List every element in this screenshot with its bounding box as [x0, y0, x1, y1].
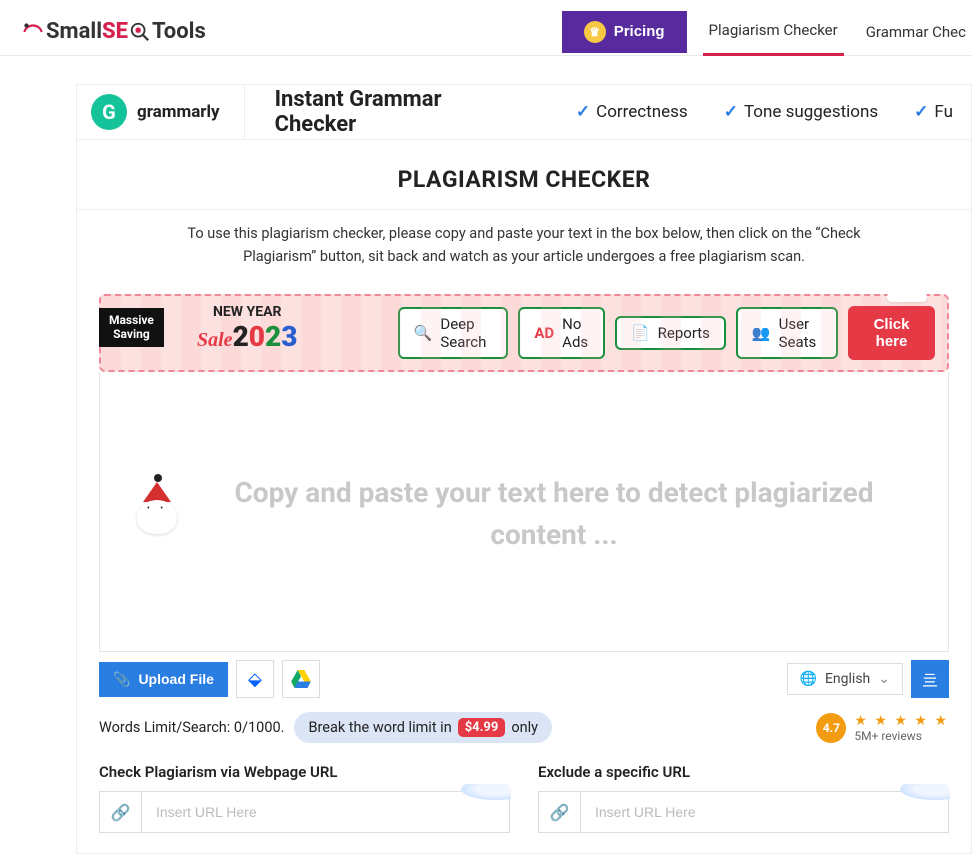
exclude-url-input[interactable] — [581, 792, 948, 832]
promo-sale-block: NEW YEAR Sale 2 0 2 3 — [197, 304, 298, 353]
promo-pill-user-seats[interactable]: 👥User Seats — [736, 307, 838, 359]
check-url-column: Check Plagiarism via Webpage URL 🔗 — [99, 763, 510, 833]
logo-text-small: Small — [46, 19, 102, 44]
grammarly-logo: G grammarly — [77, 85, 245, 139]
promo-click-here-button[interactable]: Click here — [848, 306, 935, 360]
crown-icon: ♛ — [584, 21, 606, 43]
globe-icon: 🌐 — [800, 671, 817, 687]
logo-mark-icon — [20, 19, 46, 45]
instructions-text: To use this plagiarism checker, please c… — [77, 209, 971, 294]
grammarly-feature-tone: ✓Tone suggestions — [706, 102, 896, 122]
main-panel: PLAGIARISM CHECKER To use this plagiaris… — [76, 140, 972, 854]
text-format-button[interactable]: 亖 — [911, 660, 949, 698]
logo[interactable]: SmallSE Tools — [20, 19, 206, 45]
nav-plagiarism-checker[interactable]: Plagiarism Checker — [703, 7, 844, 56]
grammarly-g-icon: G — [91, 94, 127, 130]
logo-text-seo: SE — [102, 19, 128, 44]
google-drive-button[interactable] — [282, 660, 320, 698]
header: SmallSE Tools ♛ Pricing Plagiarism Checke… — [0, 0, 972, 56]
grammarly-brand-text: grammarly — [137, 102, 220, 122]
check-url-label: Check Plagiarism via Webpage URL — [99, 763, 510, 781]
santa-icon — [134, 482, 180, 534]
chevron-down-icon: ⌄ — [878, 671, 890, 687]
words-limit-label: Words Limit/Search: 0/1000. — [99, 719, 284, 736]
check-url-input-wrap: 🔗 — [99, 791, 510, 833]
rating-value: 4.7 — [816, 713, 846, 743]
search-icon: 🔍 — [414, 324, 433, 342]
magnifier-icon — [129, 21, 151, 43]
reviews-block[interactable]: 4.7 ★ ★ ★ ★ ★ 5M+ reviews — [816, 713, 949, 743]
logo-text-tools: Tools — [152, 19, 206, 44]
promo-banner: Massive Saving NEW YEAR Sale 2 0 2 3 🔍De… — [99, 294, 949, 372]
grammarly-ad-bar[interactable]: G grammarly Instant Grammar Checker ✓Cor… — [76, 84, 972, 140]
new-year-label: NEW YEAR — [197, 304, 298, 320]
pricing-button[interactable]: ♛ Pricing — [562, 11, 687, 53]
google-drive-icon — [291, 670, 311, 688]
paperclip-icon: 📎 — [113, 671, 130, 688]
language-selector[interactable]: 🌐 English ⌄ — [787, 663, 903, 695]
exclude-url-label: Exclude a specific URL — [538, 763, 949, 781]
check-icon: ✓ — [914, 102, 928, 122]
no-ads-icon: AD — [534, 324, 554, 342]
check-icon: ✓ — [724, 102, 738, 122]
dropbox-button[interactable]: ⬙ — [236, 660, 274, 698]
upload-file-button[interactable]: 📎 Upload File — [99, 662, 228, 697]
stars-icon: ★ ★ ★ ★ ★ — [854, 713, 949, 729]
top-nav: ♛ Pricing Plagiarism Checker Grammar Che… — [562, 7, 972, 56]
grammarly-headline: Instant Grammar Checker — [245, 87, 558, 137]
grammarly-feature-full: ✓Fu — [896, 102, 971, 122]
check-icon: ✓ — [576, 102, 590, 122]
price-badge: $4.99 — [458, 718, 506, 737]
link-icon: 🔗 — [100, 792, 142, 832]
sale-word: Sale — [197, 329, 233, 352]
promo-pill-reports[interactable]: 📄Reports — [615, 316, 726, 350]
pricing-label: Pricing — [614, 23, 665, 40]
promo-saving-tag: Massive Saving — [99, 308, 164, 346]
text-editor-area[interactable]: Copy and paste your text here to detect … — [99, 372, 949, 652]
exclude-url-column: Exclude a specific URL 🔗 — [538, 763, 949, 833]
exclude-url-input-wrap: 🔗 — [538, 791, 949, 833]
users-icon: 👥 — [752, 324, 771, 342]
grammarly-feature-correctness: ✓Correctness — [558, 102, 706, 122]
editor-toolbar: 📎 Upload File ⬙ 🌐 English ⌄ 亖 — [99, 652, 949, 698]
dropbox-icon: ⬙ — [248, 669, 262, 690]
snow-decoration — [887, 290, 927, 302]
editor-placeholder: Copy and paste your text here to detect … — [200, 472, 908, 556]
url-inputs-row: Check Plagiarism via Webpage URL 🔗 Exclu… — [99, 763, 949, 833]
link-icon: 🔗 — [539, 792, 581, 832]
promo-pill-deep-search[interactable]: 🔍Deep Search — [398, 307, 509, 359]
promo-pill-no-ads[interactable]: ADNo Ads — [518, 307, 605, 359]
page-title: PLAGIARISM CHECKER — [77, 140, 971, 209]
break-limit-link[interactable]: Break the word limit in $4.99 only — [294, 712, 552, 743]
check-url-input[interactable] — [142, 792, 509, 832]
review-count: 5M+ reviews — [854, 729, 949, 743]
text-width-icon: 亖 — [922, 667, 938, 691]
nav-grammar-checker[interactable]: Grammar Chec — [860, 9, 972, 55]
report-icon: 📄 — [631, 324, 650, 342]
words-limit-row: Words Limit/Search: 0/1000. Break the wo… — [99, 712, 949, 743]
